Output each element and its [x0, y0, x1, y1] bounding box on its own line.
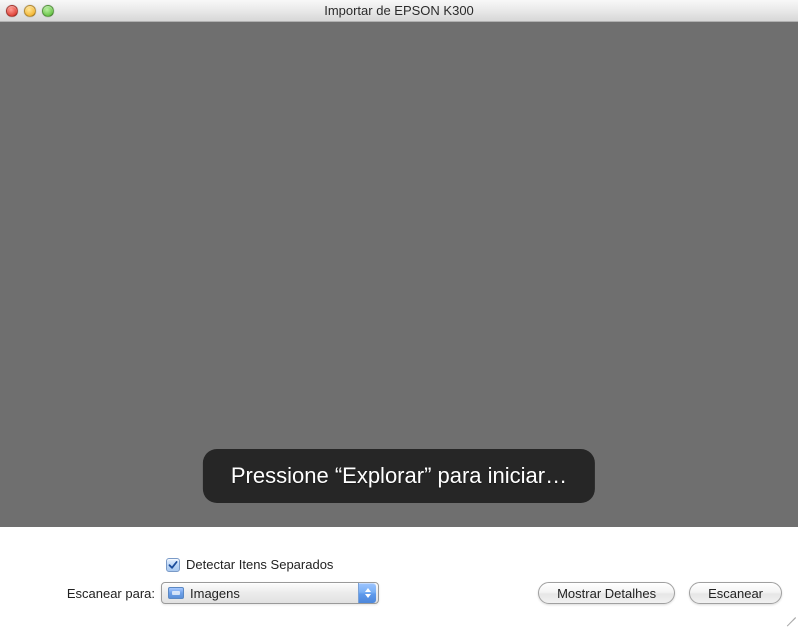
popup-arrows-icon — [358, 583, 376, 603]
controls-bar: Detectar Itens Separados Escanear para: … — [0, 527, 798, 620]
close-button[interactable] — [6, 5, 18, 17]
window-title: Importar de EPSON K300 — [0, 3, 798, 18]
detect-separate-items-checkbox[interactable] — [166, 558, 180, 572]
minimize-button[interactable] — [24, 5, 36, 17]
scan-button[interactable]: Escanear — [689, 582, 782, 604]
window-titlebar: Importar de EPSON K300 — [0, 0, 798, 22]
scan-to-label: Escanear para: — [16, 586, 161, 601]
detect-separate-items-label: Detectar Itens Separados — [186, 557, 333, 572]
scan-to-value: Imagens — [190, 586, 358, 601]
detect-row: Detectar Itens Separados — [166, 557, 782, 572]
zoom-button[interactable] — [42, 5, 54, 17]
scan-row: Escanear para: Imagens Mostrar Detalhes … — [16, 582, 782, 604]
scan-preview-area: Pressione “Explorar” para iniciar… — [0, 22, 798, 527]
checkmark-icon — [168, 560, 178, 570]
pictures-folder-icon — [168, 587, 184, 599]
scan-to-popup[interactable]: Imagens — [161, 582, 379, 604]
traffic-lights — [6, 5, 54, 17]
show-details-button[interactable]: Mostrar Detalhes — [538, 582, 675, 604]
overlay-hint: Pressione “Explorar” para iniciar… — [203, 449, 595, 503]
resize-grip[interactable] — [782, 604, 796, 618]
